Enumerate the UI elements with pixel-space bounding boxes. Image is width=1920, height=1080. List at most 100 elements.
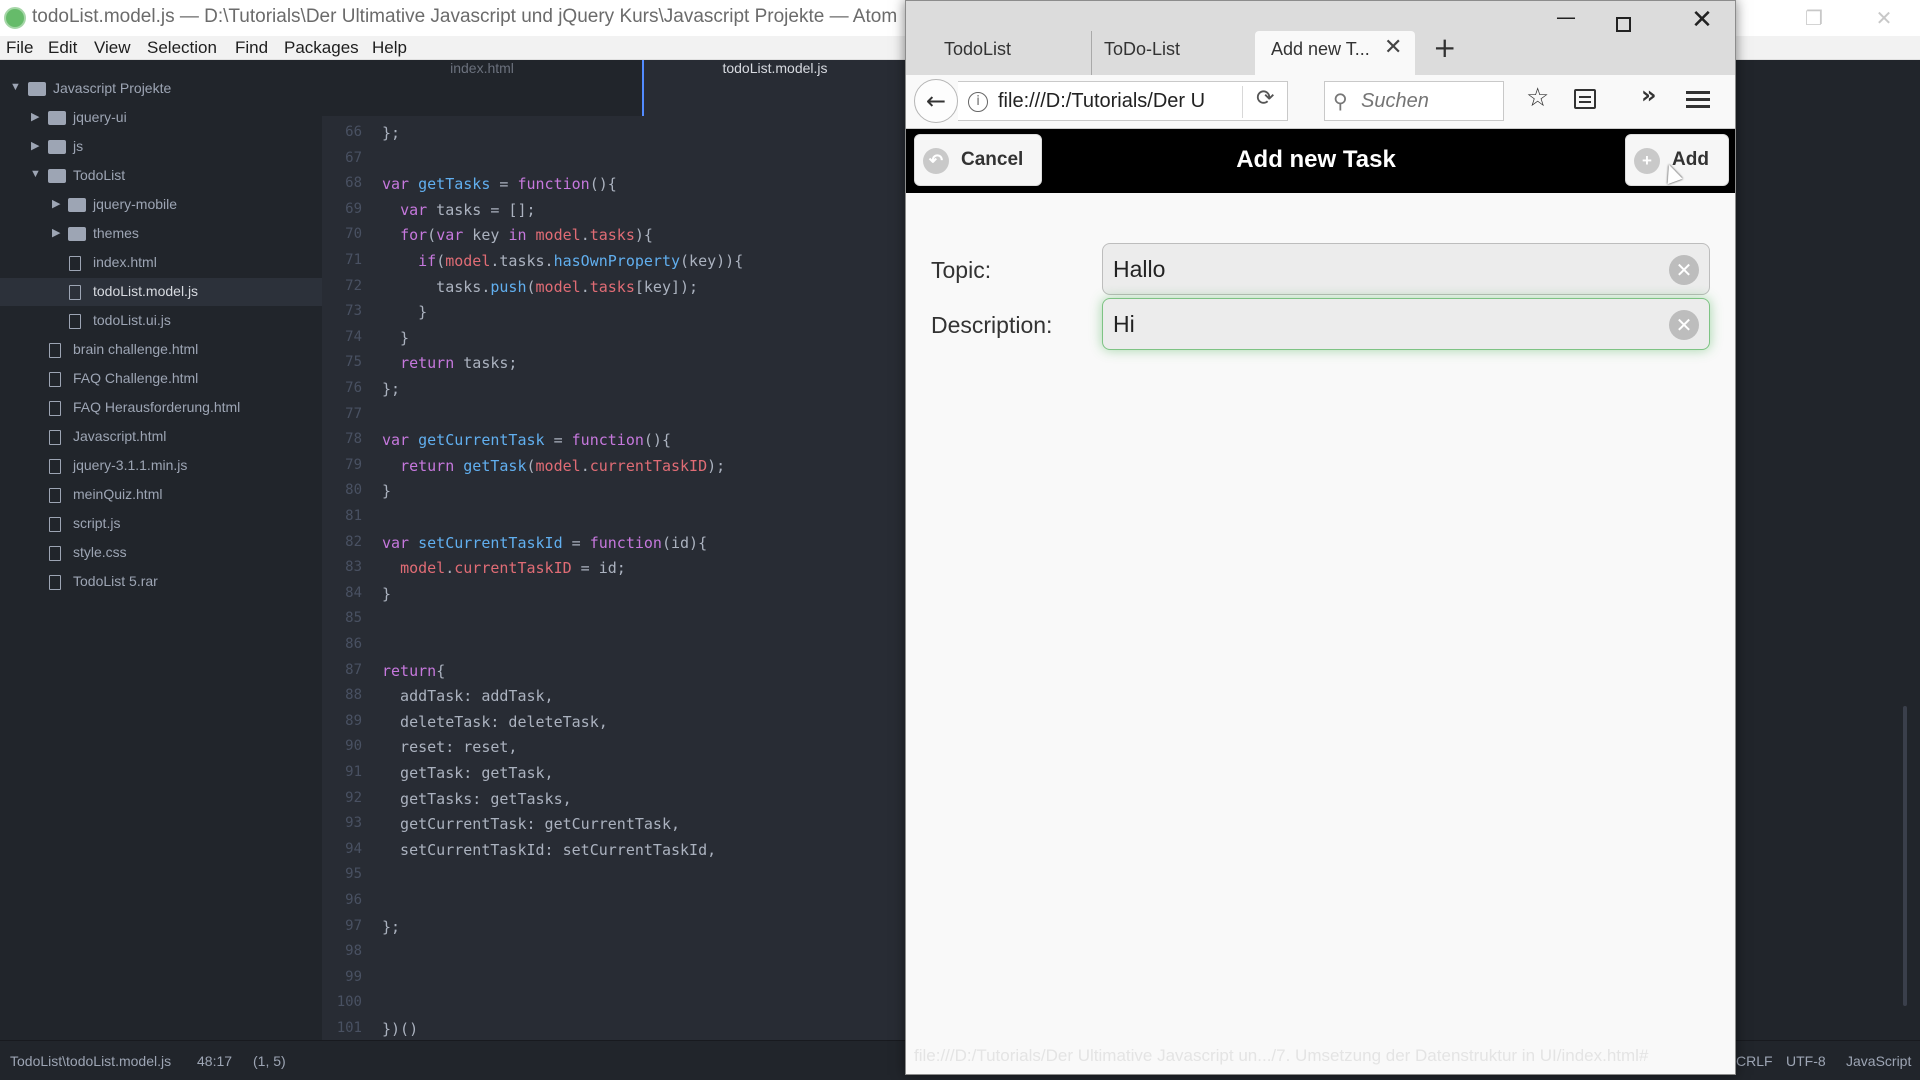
- code-line[interactable]: }: [382, 303, 427, 321]
- tree-item-jquery-mobile[interactable]: ▶ jquery-mobile: [0, 191, 322, 219]
- code-line[interactable]: addTask: addTask,: [382, 687, 554, 705]
- status-cursor-position[interactable]: 48:17: [197, 1053, 232, 1069]
- code-line[interactable]: }: [382, 482, 391, 500]
- description-field[interactable]: ✕: [1102, 298, 1710, 350]
- code-line[interactable]: var setCurrentTaskId = function(id){: [382, 534, 707, 552]
- code-line[interactable]: return getTask(model.currentTaskID);: [382, 457, 725, 475]
- x-circle-icon[interactable]: ✕: [1669, 310, 1699, 340]
- maximize-icon[interactable]: [1616, 17, 1631, 32]
- minimize-icon[interactable]: —: [1546, 5, 1586, 29]
- tree-item-index-html[interactable]: index.html: [0, 249, 322, 277]
- description-input[interactable]: [1113, 309, 1653, 339]
- tree-root[interactable]: ▼ Javascript Projekte: [0, 75, 322, 103]
- file-icon: [49, 459, 61, 474]
- close-icon[interactable]: ✕: [1854, 0, 1914, 36]
- tree-item-jquery-min-js[interactable]: jquery-3.1.1.min.js: [0, 452, 322, 480]
- line-number: 87: [345, 661, 362, 678]
- tree-item-meinquiz[interactable]: meinQuiz.html: [0, 481, 322, 509]
- x-circle-icon[interactable]: ✕: [1669, 255, 1699, 285]
- info-icon[interactable]: i: [968, 92, 988, 112]
- menu-view[interactable]: View: [94, 38, 131, 58]
- tree-item-label: todoList.model.js: [93, 283, 199, 299]
- search-bar[interactable]: ⚲: [1324, 81, 1504, 121]
- url-bar[interactable]: i file:///D:/Tutorials/Der U ⟳: [958, 81, 1288, 121]
- code-line[interactable]: reset: reset,: [382, 738, 517, 756]
- topic-field[interactable]: ✕: [1102, 243, 1710, 295]
- code-line[interactable]: };: [382, 124, 400, 142]
- tree-item-faq-herausforderung[interactable]: FAQ Herausforderung.html: [0, 394, 322, 422]
- double-chevron-icon[interactable]: »: [1641, 81, 1657, 109]
- code-line[interactable]: getTasks: getTasks,: [382, 790, 572, 808]
- reader-view-icon[interactable]: [1574, 89, 1596, 109]
- menu-find[interactable]: Find: [235, 38, 268, 58]
- code-line[interactable]: getCurrentTask: getCurrentTask,: [382, 815, 680, 833]
- star-icon[interactable]: ☆: [1526, 83, 1549, 113]
- new-tab-icon[interactable]: +: [1433, 31, 1456, 64]
- code-line[interactable]: var tasks = [];: [382, 201, 535, 219]
- tree-item-todolist-model-js[interactable]: todoList.model.js: [0, 278, 322, 306]
- hamburger-menu-icon[interactable]: [1686, 91, 1710, 94]
- status-selection-count: (1, 5): [253, 1053, 286, 1069]
- tree-item-label: FAQ Challenge.html: [73, 370, 199, 386]
- search-input[interactable]: [1361, 90, 1491, 113]
- code-line[interactable]: var getCurrentTask = function(){: [382, 431, 671, 449]
- file-icon: [69, 256, 81, 271]
- code-line[interactable]: }: [382, 329, 409, 347]
- file-icon: [49, 343, 61, 358]
- tree-item-todolist-ui-js[interactable]: todoList.ui.js: [0, 307, 322, 335]
- tree-item-js[interactable]: ▶ js: [0, 133, 322, 161]
- back-arrow-icon[interactable]: ←: [914, 79, 958, 123]
- line-number: 98: [345, 943, 362, 960]
- close-tab-icon[interactable]: ✕: [1384, 35, 1402, 60]
- code-line[interactable]: };: [382, 918, 400, 936]
- code-line[interactable]: return{: [382, 662, 445, 680]
- menu-file[interactable]: File: [6, 38, 33, 58]
- browser-tab-todolist[interactable]: TodoList: [906, 31, 1091, 75]
- tree-item-style-css[interactable]: style.css: [0, 539, 322, 567]
- tree-item-brain-challenge[interactable]: brain challenge.html: [0, 336, 322, 364]
- topic-input[interactable]: [1113, 254, 1653, 284]
- menu-edit[interactable]: Edit: [48, 38, 77, 58]
- code-line[interactable]: for(var key in model.tasks){: [382, 226, 653, 244]
- code-line[interactable]: }: [382, 585, 391, 603]
- tree-item-script-js[interactable]: script.js: [0, 510, 322, 538]
- menu-help[interactable]: Help: [372, 38, 407, 58]
- code-line[interactable]: var getTasks = function(){: [382, 175, 617, 193]
- status-grammar[interactable]: JavaScript: [1846, 1053, 1911, 1069]
- code-line[interactable]: setCurrentTaskId: setCurrentTaskId,: [382, 841, 716, 859]
- menu-packages[interactable]: Packages: [284, 38, 359, 58]
- restore-icon[interactable]: ❐: [1784, 0, 1844, 36]
- tree-item-faq-challenge[interactable]: FAQ Challenge.html: [0, 365, 322, 393]
- file-icon: [69, 285, 81, 300]
- tab-index-html[interactable]: index.html: [322, 60, 642, 116]
- close-icon[interactable]: ✕: [1682, 5, 1722, 35]
- code-line[interactable]: getTask: getTask,: [382, 764, 554, 782]
- code-line[interactable]: if(model.tasks.hasOwnProperty(key)){: [382, 252, 743, 270]
- code-line[interactable]: deleteTask: deleteTask,: [382, 713, 608, 731]
- cancel-button[interactable]: ↶ Cancel: [914, 134, 1042, 186]
- code-line[interactable]: })(): [382, 1020, 418, 1038]
- scrollbar[interactable]: [1903, 706, 1907, 1006]
- description-label: Description:: [931, 312, 1053, 338]
- tree-item-themes[interactable]: ▶ themes: [0, 220, 322, 248]
- code-editor[interactable]: 66 67 68 69 70 71 72 73 74 75 76 77 78 79 80 81 82 83 84 85…: [322, 116, 906, 1040]
- status-file-path[interactable]: TodoList\todoList.model.js: [10, 1053, 171, 1069]
- line-number: 101: [336, 1020, 362, 1036]
- browser-tab-todo-list[interactable]: ToDo-List: [1091, 31, 1254, 75]
- tab-todolist-model-js[interactable]: todoList.model.js: [642, 60, 906, 116]
- menu-selection[interactable]: Selection: [147, 38, 217, 58]
- tree-item-todolist-rar[interactable]: TodoList 5.rar: [0, 568, 322, 596]
- tree-item-jquery-ui[interactable]: ▶ jquery-ui: [0, 104, 322, 132]
- archive-file-icon: [49, 575, 61, 590]
- code-line[interactable]: model.currentTaskID = id;: [382, 559, 626, 577]
- url-text[interactable]: file:///D:/Tutorials/Der U: [998, 90, 1208, 113]
- code-line[interactable]: tasks.push(model.tasks[key]);: [382, 278, 698, 296]
- tree-item-javascript-html[interactable]: Javascript.html: [0, 423, 322, 451]
- status-encoding[interactable]: UTF-8: [1786, 1053, 1826, 1069]
- folder-icon: [48, 169, 66, 183]
- code-line[interactable]: };: [382, 380, 400, 398]
- tree-item-todolist[interactable]: ▼ TodoList: [0, 162, 322, 190]
- code-line[interactable]: return tasks;: [382, 354, 517, 372]
- status-line-ending[interactable]: CRLF: [1736, 1053, 1773, 1069]
- reload-icon[interactable]: ⟳: [1256, 86, 1274, 111]
